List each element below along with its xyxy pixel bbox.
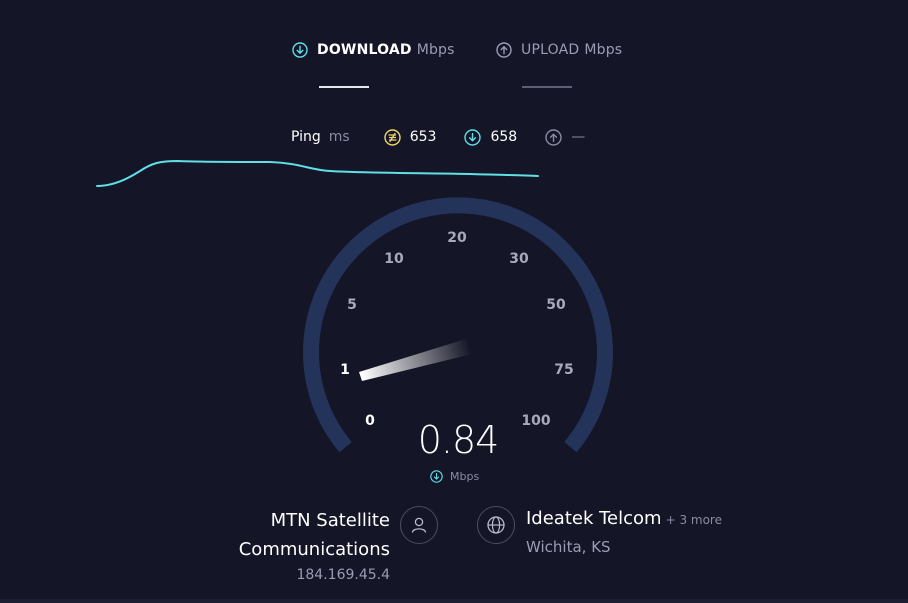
isp-name-line1: MTN Satellite	[270, 510, 390, 531]
gauge-tick-50: 50	[546, 297, 566, 313]
speed-unit-label: Mbps	[450, 470, 480, 483]
server-name: Ideatek Telcom + 3 more	[526, 508, 722, 529]
user-icon	[411, 517, 427, 533]
gauge-tick-0: 0	[365, 413, 375, 429]
gauge-tick-100: 100	[521, 413, 551, 429]
gauge-tick-5: 5	[347, 297, 357, 313]
server-more-link[interactable]: + 3 more	[666, 513, 722, 527]
isp-ip-address: 184.169.45.4	[296, 567, 390, 583]
speed-unit: Mbps	[430, 470, 479, 483]
bottom-bar	[0, 599, 908, 603]
speed-value: 0.84	[417, 418, 500, 462]
speed-gauge	[303, 197, 613, 453]
gauge-needle	[359, 338, 472, 381]
globe-icon	[487, 516, 505, 534]
gauge-tick-75: 75	[554, 362, 574, 378]
server-name-label: Ideatek Telcom	[526, 508, 662, 529]
server-button[interactable]	[477, 506, 515, 544]
isp-button[interactable]	[400, 506, 438, 544]
gauge-tick-10: 10	[384, 251, 404, 267]
isp-name-line2: Communications	[238, 539, 390, 560]
gauge-tick-1: 1	[340, 362, 350, 378]
download-arrow-icon	[430, 470, 443, 483]
server-location: Wichita, KS	[526, 538, 611, 556]
gauge-tick-20: 20	[447, 230, 467, 246]
gauge-tick-30: 30	[509, 251, 529, 267]
isp-name: MTN Satellite Communications	[239, 506, 390, 564]
